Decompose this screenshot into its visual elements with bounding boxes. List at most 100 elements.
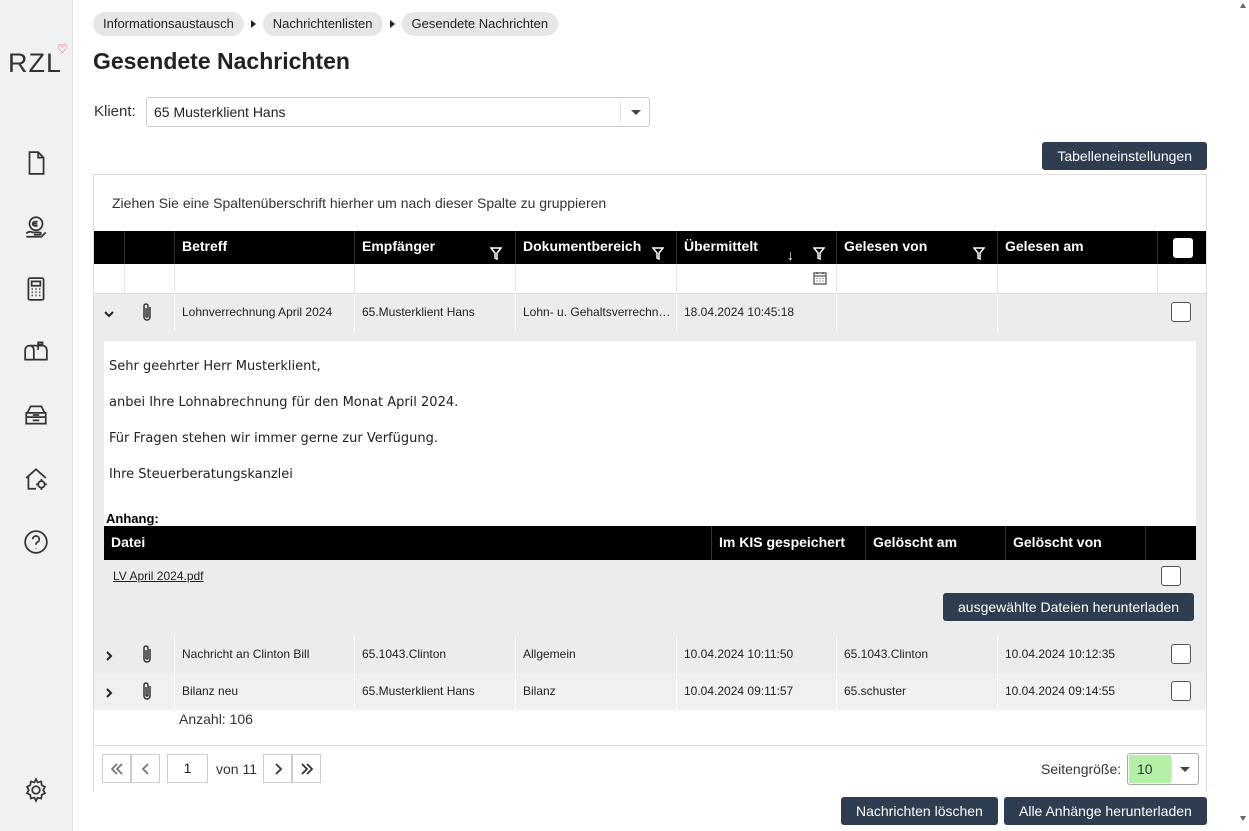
header-gelesen-am[interactable]: Gelesen am: [997, 231, 1157, 264]
next-page-button[interactable]: [263, 754, 292, 783]
chevron-right-icon[interactable]: [104, 686, 113, 698]
table-row[interactable]: Bilanz neu 65.Musterklient Hans Bilanz 1…: [94, 673, 1206, 710]
attachment-header-geloescht-von[interactable]: Gelöscht von: [1005, 526, 1145, 560]
cell-uebermittelt: 10.04.2024 09:11:57: [676, 673, 836, 710]
grid-header: Betreff Empfänger Dokumentbereich Übermi…: [94, 231, 1206, 264]
chevron-down-icon[interactable]: [104, 307, 114, 318]
sidebar-item-archive[interactable]: [22, 401, 50, 429]
breadcrumb-item-nachrichtenlisten[interactable]: Nachrichtenlisten: [262, 12, 383, 36]
sidebar-item-calculator[interactable]: [22, 275, 50, 303]
delete-messages-button[interactable]: Nachrichten löschen: [841, 797, 998, 825]
filter-cell-gelesen-am[interactable]: [997, 264, 1157, 294]
attachment-label: Anhang:: [106, 511, 159, 526]
cell-gelesen-am: 10.04.2024 09:14:55: [997, 673, 1157, 710]
header-uebermittelt-label: Übermittelt: [684, 238, 758, 254]
calendar-icon[interactable]: [813, 271, 827, 285]
filter-icon[interactable]: [812, 240, 826, 261]
group-drop-area[interactable]: Ziehen Sie eine Spaltenüberschrift hierh…: [112, 195, 606, 211]
filter-cell-betreff[interactable]: [174, 264, 354, 294]
page-title: Gesendete Nachrichten: [93, 48, 350, 74]
cell-gelesen-am: 10.04.2024 10:12:35: [997, 636, 1157, 673]
page-scrollbar[interactable]: [1239, 0, 1249, 831]
scroll-down-icon[interactable]: [1240, 816, 1246, 821]
row-checkbox[interactable]: [1171, 644, 1191, 664]
cell-betreff: Lohnverrechnung April 2024: [174, 294, 354, 331]
header-expand-col: [94, 231, 124, 264]
attachment-file-link[interactable]: LV April 2024.pdf: [113, 569, 204, 583]
client-label: Klient:: [94, 103, 136, 120]
message-line: Sehr geehrter Herr Musterklient,: [109, 359, 321, 374]
sidebar-item-settings[interactable]: [22, 776, 50, 804]
sidebar-item-help[interactable]: [22, 528, 50, 556]
sidebar-item-finance[interactable]: [22, 213, 50, 241]
header-empfaenger-label: Empfänger: [362, 238, 436, 254]
prev-page-button[interactable]: [131, 754, 160, 783]
cell-gelesen-von: 65.schuster: [836, 673, 997, 710]
filter-cell-dokumentbereich[interactable]: [515, 264, 676, 294]
calculator-icon: [27, 277, 45, 301]
filter-icon[interactable]: [972, 240, 986, 261]
table-settings-button[interactable]: Tabelleneinstellungen: [1042, 142, 1207, 170]
filter-cell-empfaenger[interactable]: [354, 264, 515, 294]
attachment-header: Datei Im KIS gespeichert Gelöscht am Gel…: [104, 526, 1196, 560]
select-all-checkbox[interactable]: [1173, 238, 1193, 258]
header-gelesen-von[interactable]: Gelesen von: [836, 231, 997, 264]
filter-row: [94, 264, 1206, 294]
filter-cell-gelesen-von[interactable]: [836, 264, 997, 294]
paperclip-icon: [140, 681, 154, 702]
filter-icon[interactable]: [651, 240, 665, 261]
header-empfaenger[interactable]: Empfänger: [354, 231, 515, 264]
table-row[interactable]: Nachricht an Clinton Bill 65.1043.Clinto…: [94, 636, 1206, 673]
download-all-attachments-button[interactable]: Alle Anhänge herunterladen: [1004, 797, 1207, 825]
cell-betreff: Nachricht an Clinton Bill: [174, 636, 354, 673]
cell-empfaenger: 65.Musterklient Hans: [354, 673, 515, 710]
breadcrumb-separator-icon: [250, 20, 256, 28]
row-count-label: Anzahl:: [179, 711, 226, 727]
chevron-down-icon: [631, 110, 641, 115]
attachment-row: LV April 2024.pdf: [104, 560, 1196, 592]
cell-empfaenger: 65.1043.Clinton: [354, 636, 515, 673]
chevron-right-icon[interactable]: [104, 649, 113, 661]
row-checkbox[interactable]: [1171, 302, 1191, 322]
attachment-header-geloescht-am[interactable]: Gelöscht am: [865, 526, 1005, 560]
message-line: Für Fragen stehen wir immer gerne zur Ve…: [109, 431, 438, 446]
sidebar-item-home-settings[interactable]: [22, 465, 50, 493]
header-uebermittelt[interactable]: Übermittelt ↓: [676, 231, 836, 264]
row-count-value: 106: [229, 711, 253, 727]
header-dokumentbereich[interactable]: Dokumentbereich: [515, 231, 676, 264]
attachment-checkbox[interactable]: [1161, 566, 1181, 586]
breadcrumb-item-informationsaustausch[interactable]: Informationsaustausch: [93, 12, 244, 36]
page-size-select[interactable]: 10: [1127, 753, 1199, 785]
sidebar-item-documents[interactable]: [22, 149, 50, 177]
last-page-button[interactable]: [292, 754, 321, 783]
attachment-header-datei[interactable]: Datei: [104, 526, 711, 560]
header-dokumentbereich-label: Dokumentbereich: [523, 238, 642, 254]
row-checkbox[interactable]: [1171, 681, 1191, 701]
page-size-dropdown-button[interactable]: [1171, 758, 1198, 780]
messages-grid: Ziehen Sie eine Spaltenüberschrift hierh…: [93, 174, 1207, 792]
filter-cell: [124, 264, 174, 294]
cell-betreff: Bilanz neu: [174, 673, 354, 710]
header-gelesen-von-label: Gelesen von: [844, 238, 928, 254]
filter-cell: [1157, 264, 1206, 294]
client-dropdown-button[interactable]: [620, 102, 649, 122]
page-size-label: Seitengröße:: [1041, 761, 1122, 777]
page-number-input[interactable]: 1: [167, 754, 208, 783]
client-select[interactable]: 65 Musterklient Hans: [146, 97, 650, 127]
breadcrumb-item-gesendete-nachrichten[interactable]: Gesendete Nachrichten: [401, 12, 559, 36]
scroll-up-icon[interactable]: [1240, 3, 1246, 8]
pager: 1 von 11 Seitengröße: 10: [94, 745, 1206, 792]
download-selected-button[interactable]: ausgewählte Dateien herunterladen: [943, 593, 1195, 621]
header-betreff-label: Betreff: [182, 238, 228, 254]
filter-icon[interactable]: [489, 240, 503, 261]
header-betreff[interactable]: Betreff: [174, 231, 354, 264]
table-row[interactable]: Lohnverrechnung April 2024 65.Musterklie…: [94, 294, 1206, 331]
cell-empfaenger: 65.Musterklient Hans: [354, 294, 515, 331]
sidebar-item-mailbox[interactable]: [22, 337, 50, 365]
first-page-button[interactable]: [102, 754, 131, 783]
document-icon: [28, 151, 45, 175]
chevron-down-icon: [1180, 767, 1190, 772]
attachment-header-kis[interactable]: Im KIS gespeichert: [711, 526, 865, 560]
filter-cell-uebermittelt[interactable]: [676, 264, 836, 294]
cell-dokumentbereich: Bilanz: [515, 673, 676, 710]
